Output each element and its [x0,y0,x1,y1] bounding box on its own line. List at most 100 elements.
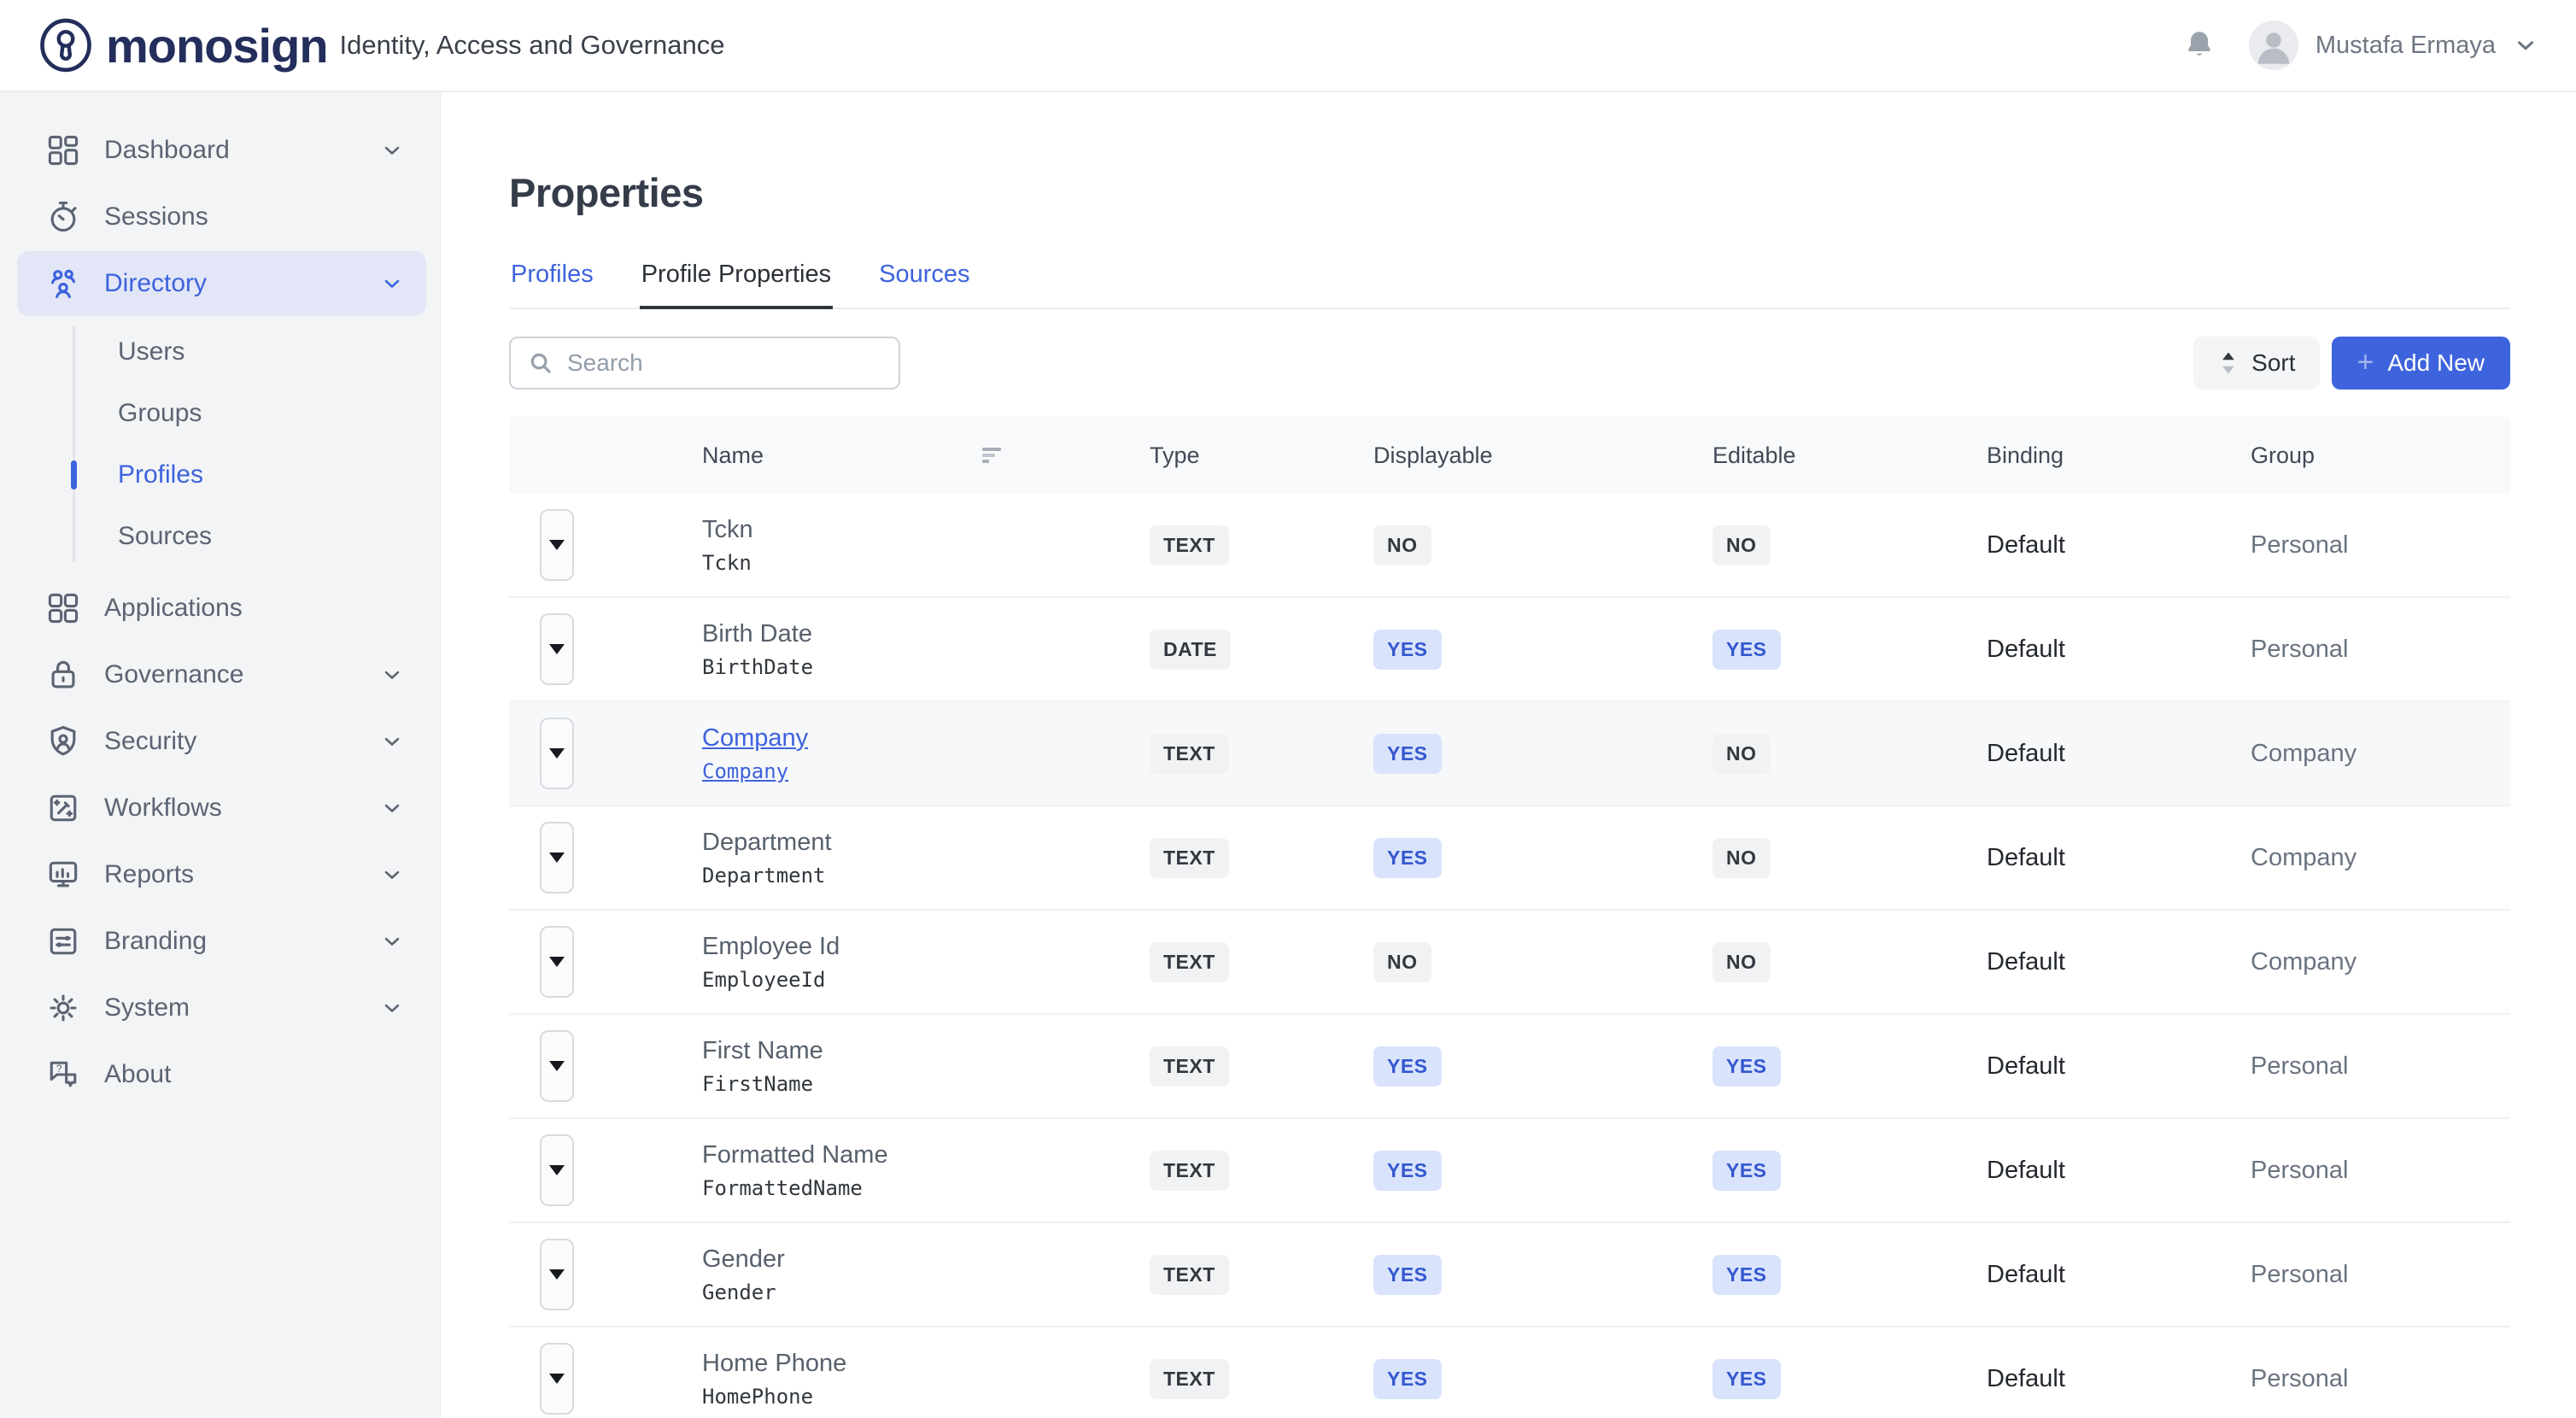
chevron-down-icon [380,929,404,953]
property-display-name: First Name [702,1037,1150,1065]
tab-sources[interactable]: Sources [877,261,971,309]
chevron-down-icon [380,663,404,687]
property-name: First NameFirstName [702,1037,1150,1096]
tab-profiles[interactable]: Profiles [509,261,595,309]
binding-value: Default [1987,636,2065,663]
sidebar-item-sessions[interactable]: Sessions [17,185,426,249]
caret-down-icon [549,853,565,863]
sidebar: DashboardSessionsDirectoryUsersGroupsPro… [0,92,441,1418]
row-actions-dropdown[interactable] [540,509,574,581]
bell-icon[interactable] [2182,28,2216,62]
toolbar: Sort + Add New [509,337,2510,390]
type-badge: TEXT [1150,1359,1229,1399]
row-actions-dropdown[interactable] [540,1134,574,1206]
plus-icon: + [2357,348,2374,377]
row-actions-dropdown[interactable] [540,1030,574,1102]
editable-badge: YES [1712,630,1781,670]
type-badge: TEXT [1150,734,1229,774]
sidebar-item-directory[interactable]: Directory [17,251,426,316]
editable-badge: NO [1712,838,1771,878]
sidebar-item-governance[interactable]: Governance [17,642,426,707]
row-actions-dropdown[interactable] [540,1239,574,1310]
row-actions-dropdown[interactable] [540,613,574,685]
chevron-down-icon [380,996,404,1020]
group-value: Personal [2251,636,2348,663]
displayable-badge: YES [1373,1046,1442,1087]
editable-badge: NO [1712,942,1771,982]
property-display-name: Birth Date [702,620,1150,648]
add-new-button[interactable]: + Add New [2332,337,2510,390]
sidebar-item-reports[interactable]: Reports [17,842,426,907]
property-name: GenderGender [702,1245,1150,1304]
sidebar-item-about[interactable]: ?About [17,1042,426,1107]
displayable-badge: YES [1373,1255,1442,1295]
property-display-name: Tckn [702,516,1150,544]
search-input[interactable] [567,349,881,377]
property-name: DepartmentDepartment [702,829,1150,888]
sidebar-item-label: Security [104,727,196,756]
tab-profile-properties[interactable]: Profile Properties [640,261,833,309]
column-header-editable: Editable [1712,442,1987,469]
binding-value: Default [1987,1365,2065,1392]
group-value: Personal [2251,1261,2348,1288]
editable-badge: NO [1712,734,1771,774]
editable-badge: YES [1712,1255,1781,1295]
property-display-name[interactable]: Company [702,724,1150,753]
security-icon [44,723,82,760]
type-badge: TEXT [1150,942,1229,982]
sidebar-sublist-directory: UsersGroupsProfilesSources [0,321,440,567]
row-actions-dropdown[interactable] [540,718,574,789]
group-value: Personal [2251,531,2348,559]
tab-bar: Profiles Profile Properties Sources [509,261,2510,309]
type-badge: TEXT [1150,1046,1229,1087]
group-value: Personal [2251,1157,2348,1184]
binding-value: Default [1987,1157,2065,1184]
binding-value: Default [1987,1052,2065,1080]
search-icon [528,350,553,376]
property-key[interactable]: Company [702,759,1150,783]
group-value: Company [2251,740,2356,767]
caret-down-icon [549,957,565,967]
sidebar-item-applications[interactable]: Applications [17,576,426,641]
workflows-icon [44,789,82,827]
row-actions-dropdown[interactable] [540,1343,574,1415]
applications-icon [44,589,82,627]
branding-icon [44,923,82,960]
property-name: Employee IdEmployeeId [702,933,1150,992]
sidebar-item-users[interactable]: Users [0,321,440,383]
property-name-link[interactable]: Company Company [702,724,1150,783]
sort-bars-icon[interactable] [981,444,1078,466]
property-key: FormattedName [702,1176,1150,1200]
group-value: Personal [2251,1052,2348,1080]
sidebar-item-security[interactable]: Security [17,709,426,774]
table-header-row: NameTypeDisplayableEditableBindingGroup [509,417,2510,494]
property-key: Gender [702,1280,1150,1304]
user-menu[interactable]: Mustafa Ermaya [2249,21,2538,70]
row-actions-dropdown[interactable] [540,926,574,998]
property-display-name: Formatted Name [702,1141,1150,1169]
displayable-badge: YES [1373,838,1442,878]
sidebar-item-label: Governance [104,660,243,689]
displayable-badge: YES [1373,630,1442,670]
dashboard-icon [44,132,82,169]
sidebar-item-profiles[interactable]: Profiles [0,444,440,506]
binding-value: Default [1987,740,2065,767]
sidebar-item-groups[interactable]: Groups [0,383,440,444]
sidebar-item-sources[interactable]: Sources [0,506,440,567]
property-key: Tckn [702,551,1150,575]
sidebar-item-branding[interactable]: Branding [17,909,426,974]
caret-down-icon [549,1061,565,1071]
svg-text:?: ? [56,1063,62,1075]
sidebar-item-dashboard[interactable]: Dashboard [17,118,426,183]
group-value: Personal [2251,1365,2348,1392]
brand-logo[interactable]: monosign [38,17,328,73]
column-header-displayable: Displayable [1373,442,1712,469]
sidebar-item-label: Branding [104,927,207,956]
sidebar-item-workflows[interactable]: Workflows [17,776,426,841]
sidebar-item-system[interactable]: System [17,976,426,1040]
displayable-badge: NO [1373,942,1431,982]
sort-button[interactable]: Sort [2193,337,2319,390]
governance-icon [44,656,82,694]
chevron-down-icon [380,863,404,887]
row-actions-dropdown[interactable] [540,822,574,894]
